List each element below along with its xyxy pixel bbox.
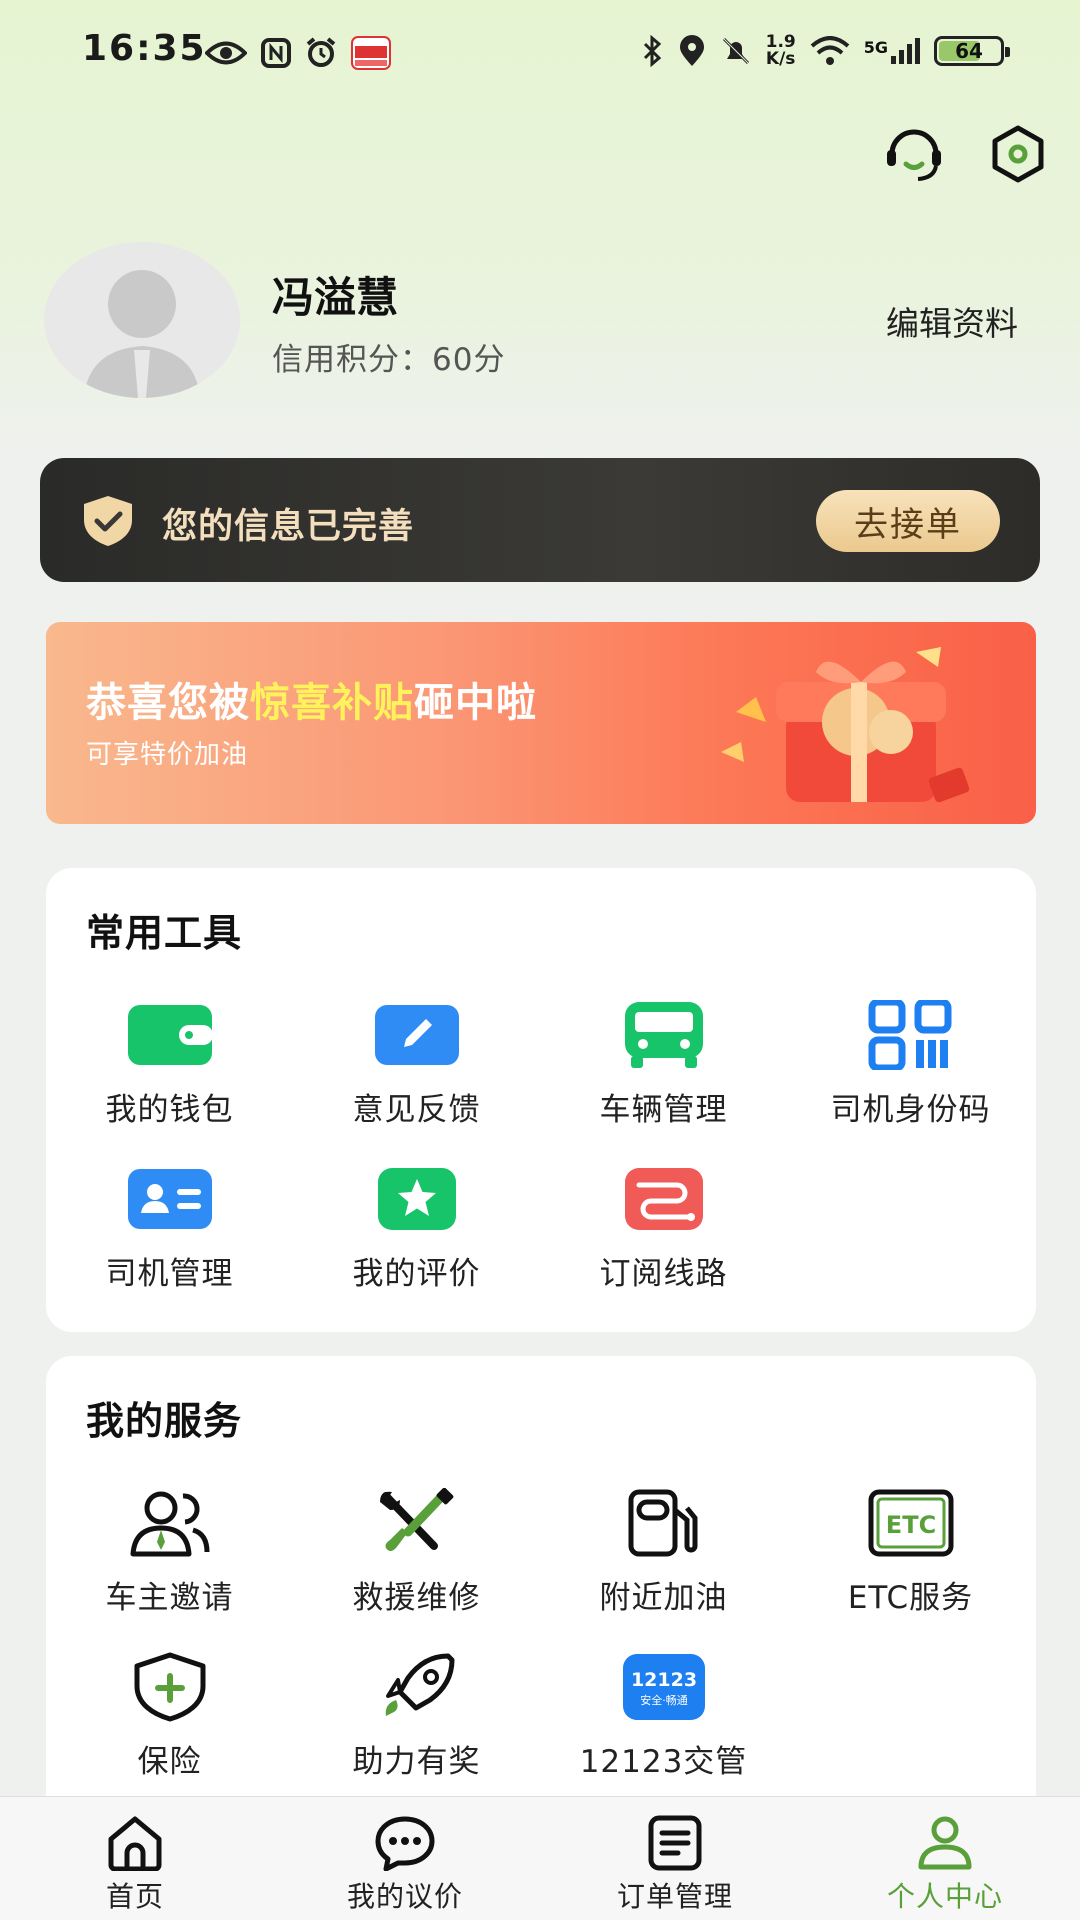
invite-users-icon [130, 1491, 209, 1557]
tool-driver-manage[interactable]: 司机管理 [46, 1164, 293, 1314]
service-label: 车主邀请 [105, 1580, 234, 1616]
tool-driver-code[interactable]: 司机身份码 [787, 1000, 1034, 1150]
mute-bell-icon [722, 37, 749, 65]
customer-service-button[interactable] [882, 122, 946, 186]
wifi-icon [810, 36, 850, 65]
tool-label: 订阅线路 [599, 1256, 728, 1292]
order-list-icon [648, 1815, 702, 1871]
id-card-icon [127, 1169, 212, 1229]
service-boost-reward[interactable]: 助力有奖 [293, 1652, 540, 1802]
nfc-icon [261, 38, 291, 68]
tool-label: 我的评价 [352, 1256, 481, 1292]
signal-icon: 5G [864, 38, 920, 64]
svg-text:安全·畅通: 安全·畅通 [640, 1693, 688, 1707]
promo-title: 恭喜您被惊喜补贴砸中啦 [86, 680, 537, 726]
wallet-icon [127, 1005, 213, 1065]
net-speed: 1.9 K/s [765, 32, 796, 69]
headset-icon [887, 129, 941, 181]
status-time: 16:35 [82, 28, 207, 69]
tool-label: 我的钱包 [105, 1092, 234, 1128]
service-etc[interactable]: ETC ETC服务 [787, 1488, 1034, 1638]
hexagon-settings-icon [992, 125, 1044, 183]
location-icon [679, 35, 704, 66]
info-complete-text: 您的信息已完善 [162, 507, 415, 547]
nav-label: 个人中心 [886, 1880, 1003, 1913]
insurance-shield-icon [134, 1652, 205, 1722]
service-label: 12123交管 [579, 1744, 748, 1780]
alarm-icon [306, 37, 336, 67]
tools-title: 常用工具 [86, 911, 243, 955]
qr-code-icon [868, 1000, 951, 1070]
repair-tools-icon [379, 1488, 453, 1551]
gift-box-icon [721, 647, 970, 803]
go-take-order-button[interactable]: 去接单 [816, 490, 1000, 552]
home-icon [108, 1816, 162, 1871]
bluetooth-icon [643, 35, 661, 67]
person-icon [918, 1816, 972, 1870]
fuel-pump-icon [628, 1489, 697, 1557]
tool-feedback[interactable]: 意见反馈 [293, 1000, 540, 1150]
chat-bubble-icon [375, 1816, 435, 1871]
service-invite[interactable]: 车主邀请 [46, 1488, 293, 1638]
avatar[interactable] [44, 242, 240, 398]
service-label: 助力有奖 [352, 1744, 481, 1780]
svg-text:ETC: ETC [885, 1511, 935, 1539]
promo-subtitle: 可享特价加油 [86, 740, 249, 770]
nav-order-manage[interactable]: 订单管理 [540, 1797, 810, 1920]
service-label: 附近加油 [599, 1580, 728, 1616]
svg-text:12123: 12123 [630, 1669, 696, 1691]
nav-my-bargain[interactable]: 我的议价 [270, 1797, 540, 1920]
promo-banner[interactable]: 恭喜您被惊喜补贴砸中啦 可享特价加油 [46, 622, 1036, 824]
tool-my-rating[interactable]: 我的评价 [293, 1164, 540, 1314]
traffic-12123-icon: 12123 安全·畅通 [622, 1654, 705, 1720]
edit-profile-link[interactable]: 编辑资料 [886, 297, 1018, 345]
user-name: 冯溢慧 [272, 273, 399, 322]
common-tools-card: 常用工具 我的钱包 意见反馈 车辆管理 司机身份码 司机管理 我的评价 订阅线路 [46, 868, 1036, 1332]
eye-icon [205, 41, 247, 65]
tool-label: 车辆管理 [599, 1092, 728, 1128]
services-title: 我的服务 [86, 1399, 243, 1443]
header-actions [882, 122, 1050, 186]
status-bar: 16:35 1.9 K/s 5G 64 [0, 0, 1080, 110]
route-icon [624, 1168, 703, 1230]
app-notification-icon [351, 36, 391, 70]
bus-icon [624, 1002, 703, 1068]
settings-button[interactable] [986, 122, 1050, 186]
battery-indicator: 64 [934, 36, 1010, 66]
service-label: ETC服务 [847, 1580, 974, 1616]
tool-wallet[interactable]: 我的钱包 [46, 1000, 293, 1150]
tool-label: 意见反馈 [352, 1092, 481, 1128]
tool-vehicle[interactable]: 车辆管理 [540, 1000, 787, 1150]
nav-label: 我的议价 [346, 1880, 463, 1913]
service-label: 保险 [137, 1744, 202, 1780]
nav-home[interactable]: 首页 [0, 1797, 270, 1920]
profile-section: 冯溢慧 信用积分：60分 编辑资料 [44, 240, 1044, 400]
nav-personal-center[interactable]: 个人中心 [810, 1797, 1080, 1920]
nav-label: 订单管理 [616, 1880, 733, 1913]
verified-shield-icon [84, 496, 132, 546]
star-icon [377, 1168, 456, 1230]
status-icons-left [205, 36, 391, 70]
service-12123[interactable]: 12123 安全·畅通 12123交管 [540, 1652, 787, 1802]
tool-label: 司机管理 [105, 1256, 234, 1292]
credit-score: 信用积分：60分 [272, 342, 506, 378]
feedback-pen-icon [374, 1005, 459, 1065]
default-avatar-icon [84, 270, 200, 398]
info-complete-banner: 您的信息已完善 去接单 [40, 458, 1040, 582]
service-label: 救援维修 [352, 1580, 481, 1616]
rocket-icon [385, 1653, 454, 1716]
etc-icon: ETC [868, 1489, 953, 1557]
status-icons-right: 1.9 K/s 5G 64 [642, 32, 1010, 69]
bottom-nav: 首页 我的议价 订单管理 个人中心 [0, 1796, 1080, 1920]
nav-label: 首页 [105, 1880, 164, 1913]
service-insurance[interactable]: 保险 [46, 1652, 293, 1802]
tool-subscribe-route[interactable]: 订阅线路 [540, 1164, 787, 1314]
tool-label: 司机身份码 [830, 1092, 991, 1128]
service-rescue-repair[interactable]: 救援维修 [293, 1488, 540, 1638]
service-nearby-fuel[interactable]: 附近加油 [540, 1488, 787, 1638]
